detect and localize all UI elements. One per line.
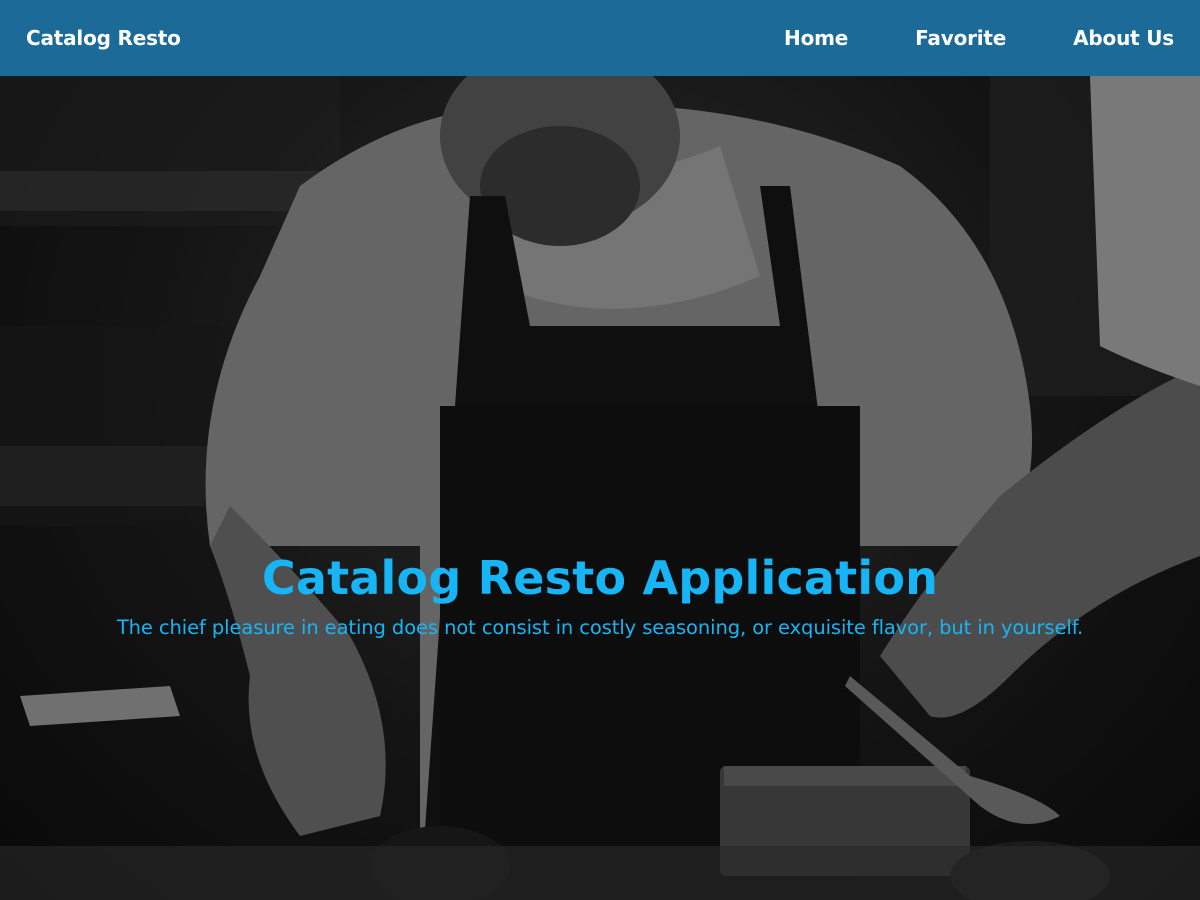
hero-dark-overlay <box>0 76 1200 900</box>
nav-item-home: Home <box>784 26 848 50</box>
hero-section: Catalog Resto Application The chief plea… <box>0 76 1200 900</box>
nav-link-home[interactable]: Home <box>784 26 848 50</box>
brand-link[interactable]: Catalog Resto <box>26 26 181 50</box>
app-bar: Catalog Resto Home Favorite About Us <box>0 0 1200 76</box>
hero-title: Catalog Resto Application <box>261 551 939 605</box>
nav-link-favorite[interactable]: Favorite <box>915 26 1006 50</box>
nav-menu: Home Favorite About Us <box>717 26 1174 50</box>
hero-subtitle: The chief pleasure in eating does not co… <box>116 616 1084 639</box>
nav-item-favorite: Favorite <box>915 26 1006 50</box>
hero-text-block: Catalog Resto Application The chief plea… <box>0 548 1200 642</box>
nav-item-about-us: About Us <box>1073 26 1174 50</box>
nav-link-about-us[interactable]: About Us <box>1073 26 1174 50</box>
